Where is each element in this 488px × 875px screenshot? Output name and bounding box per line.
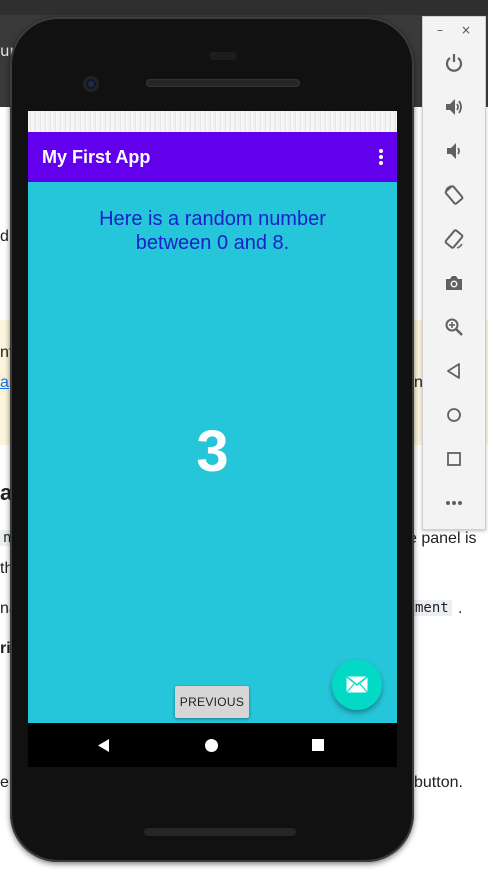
- android-nav-bar: [28, 723, 397, 767]
- recent-square-icon[interactable]: [312, 739, 324, 751]
- home-icon[interactable]: [442, 403, 466, 427]
- minimize-button[interactable]: –: [437, 23, 443, 37]
- status-bar: [28, 111, 397, 132]
- doc-fragment: .: [458, 600, 463, 617]
- overview-icon[interactable]: [442, 447, 466, 471]
- doc-fragment: d: [0, 228, 9, 245]
- volume-down-icon[interactable]: [442, 139, 466, 163]
- home-circle-icon[interactable]: [205, 739, 218, 752]
- zoom-icon[interactable]: [442, 315, 466, 339]
- email-fab-button[interactable]: [332, 660, 382, 710]
- app-screen: My First App Here is a random number bet…: [28, 111, 397, 723]
- camera-icon[interactable]: [442, 271, 466, 295]
- device-top-notch: [209, 52, 237, 60]
- volume-up-icon[interactable]: [442, 95, 466, 119]
- back-triangle-icon[interactable]: [98, 739, 110, 752]
- random-number: 3: [196, 419, 229, 484]
- earpiece-speaker: [146, 79, 300, 87]
- doc-fragment: button.: [414, 774, 463, 791]
- power-icon[interactable]: [442, 51, 466, 75]
- browser-top-bar: [0, 0, 488, 15]
- back-icon[interactable]: [442, 359, 466, 383]
- previous-button[interactable]: PREVIOUS: [175, 686, 249, 718]
- emulator-toolbar: – ×: [422, 16, 486, 530]
- doc-link[interactable]: a: [0, 374, 9, 392]
- rotate-right-icon[interactable]: [442, 227, 466, 251]
- front-camera: [83, 76, 99, 92]
- more-icon[interactable]: [442, 491, 466, 515]
- app-title: My First App: [42, 147, 151, 167]
- bottom-speaker: [144, 828, 296, 836]
- close-button[interactable]: ×: [461, 23, 471, 37]
- doc-code-fragment: ment: [412, 600, 452, 616]
- doc-fragment: e panel is: [408, 530, 477, 547]
- random-heading: Here is a random number between 0 and 8.: [99, 208, 326, 254]
- rotate-left-icon[interactable]: [442, 183, 466, 207]
- doc-fragment: e: [0, 774, 9, 791]
- app-bar: My First App: [28, 132, 397, 182]
- email-icon: [346, 676, 368, 693]
- more-vert-icon[interactable]: [377, 149, 385, 165]
